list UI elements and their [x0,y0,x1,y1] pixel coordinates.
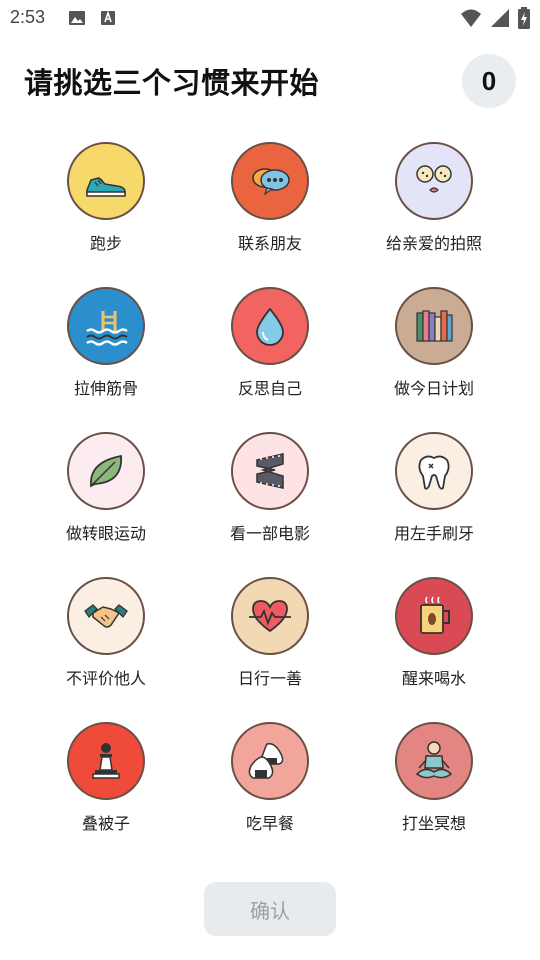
habit-icon-circle [395,287,473,365]
film-strip-icon [256,453,284,489]
meditation-icon [415,741,453,779]
habit-icon-circle [395,142,473,220]
habit-item-eye-exercise[interactable]: 做转眼运动 [24,432,188,577]
battery-charging-icon [518,7,530,29]
books-icon [416,310,453,342]
habit-icon-circle [395,722,473,800]
page-title: 请挑选三个习惯来开始 [24,66,320,100]
habit-item-meditation[interactable]: 打坐冥想 [352,722,516,867]
habit-label: 拉伸筋骨 [73,379,138,398]
habit-label: 看一部电影 [229,524,310,543]
habit-label: 吃早餐 [245,814,294,833]
habit-item-daily-plan[interactable]: 做今日计划 [352,287,516,432]
status-bar: 2:53 [0,0,540,36]
habit-icon-circle [231,577,309,655]
habit-item-make-bed[interactable]: 叠被子 [24,722,188,867]
handshake-icon [84,604,128,628]
habit-item-photo-loved-one[interactable]: 给亲爱的拍照 [352,142,516,287]
habit-label: 反思自己 [237,379,302,398]
habit-label: 给亲爱的拍照 [385,234,482,253]
habit-label: 联系朋友 [237,234,302,253]
habit-label: 叠被子 [81,814,130,833]
habit-icon-circle [231,722,309,800]
tooth-icon [418,455,450,490]
habit-item-watch-movie[interactable]: 看一部电影 [188,432,352,577]
habit-label: 醒来喝水 [401,669,466,688]
chess-pawn-icon [92,743,120,779]
swimming-pool-icon [86,311,128,346]
habit-item-drink-water[interactable]: 醒来喝水 [352,577,516,722]
cellular-signal-icon [491,9,509,27]
habit-item-brush-left-hand[interactable]: 用左手刷牙 [352,432,516,577]
habit-icon-circle [395,577,473,655]
habit-item-good-deed[interactable]: 日行一善 [188,577,352,722]
habit-label: 日行一善 [237,669,302,688]
habit-item-running[interactable]: 跑步 [24,142,188,287]
water-drop-icon [256,307,284,346]
selected-count-badge: 0 [462,54,516,108]
habit-icon-circle [67,432,145,510]
habit-icon-circle [67,722,145,800]
heartbeat-icon [249,600,291,633]
habit-label: 做今日计划 [393,379,474,398]
habit-icon-circle [67,287,145,365]
image-icon [69,11,85,25]
habit-item-stretch[interactable]: 拉伸筋骨 [24,287,188,432]
habit-item-no-judging[interactable]: 不评价他人 [24,577,188,722]
habit-icon-circle [67,577,145,655]
coffee-mug-icon [420,596,450,634]
habit-label: 打坐冥想 [401,814,466,833]
habit-label: 跑步 [89,234,122,253]
running-shoe-icon [86,177,126,197]
leaf-icon [90,454,122,488]
rice-ball-icon [248,742,284,779]
habit-label: 不评价他人 [65,669,146,688]
habit-item-contact-friends[interactable]: 联系朋友 [188,142,352,287]
habit-label: 用左手刷牙 [393,524,474,543]
chat-bubbles-icon [252,168,290,196]
cute-face-icon [416,165,452,193]
habit-grid: 跑步 联系朋友 给亲爱的拍照 拉伸筋骨 反思自己 做今日计划 做转眼运动 看一部… [24,142,516,867]
habit-icon-circle [231,142,309,220]
habit-icon-circle [231,287,309,365]
status-time: 2:53 [10,7,46,27]
habit-item-breakfast[interactable]: 吃早餐 [188,722,352,867]
confirm-button[interactable]: 确认 [204,882,336,936]
habit-icon-circle [67,142,145,220]
habit-icon-circle [231,432,309,510]
habit-item-self-reflection[interactable]: 反思自己 [188,287,352,432]
habit-label: 做转眼运动 [65,524,146,543]
wifi-icon [461,9,481,27]
habit-icon-circle [395,432,473,510]
font-download-icon [101,10,115,25]
